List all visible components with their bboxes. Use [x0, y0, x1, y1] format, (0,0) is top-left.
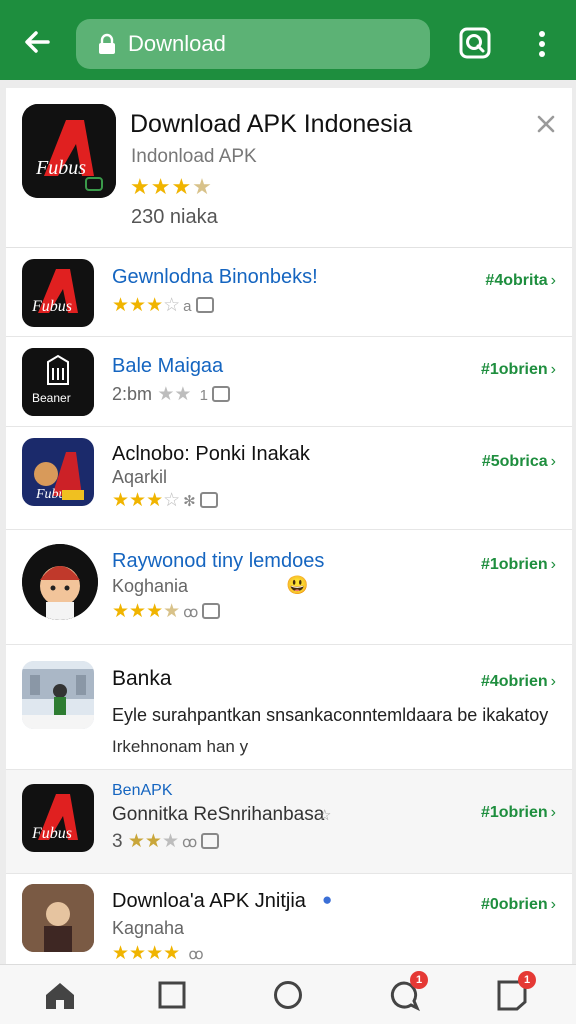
featured-app-card[interactable]: Fubus Download APK Indonesia Indonload A…: [6, 88, 572, 248]
app-name: Gonnitka ReSnrihanbasa: [112, 804, 325, 825]
app-developer: Koghania: [112, 576, 189, 596]
app-name: Bale Maigaa: [112, 355, 224, 377]
list-item[interactable]: Fubus Aclnobo: Ponki Inakak Aqarkil ★★★☆…: [6, 427, 572, 530]
back-arrow-icon[interactable]: [18, 22, 58, 62]
app-rank[interactable]: #1obrien ›: [481, 804, 556, 822]
app-rating: ★★★★ ꝏ: [112, 943, 204, 964]
app-name: Banka: [112, 667, 172, 690]
square-button[interactable]: [152, 975, 192, 1015]
app-list-panel: Fubus Download APK Indonesia Indonload A…: [6, 88, 572, 964]
app-icon: Fubus: [22, 438, 94, 506]
lock-icon: [99, 33, 115, 54]
url-text: Download: [128, 31, 226, 56]
bottom-navigation: 1 1: [0, 964, 576, 1024]
featured-app-icon: Fubus: [22, 104, 116, 198]
app-rating: 2:bm ★★ 1: [112, 383, 231, 406]
circle-button[interactable]: [268, 975, 308, 1015]
emoji-icon: 😃: [286, 575, 309, 595]
app-rating: ★★★☆ a: [112, 294, 214, 317]
app-icon: [22, 884, 94, 952]
list-item[interactable]: Beaner Bale Maigaa 2:bm ★★ 1 #1obrien ›: [6, 337, 572, 427]
home-icon: [46, 983, 74, 1009]
app-name: Downloa'a APK Jnitjia: [112, 890, 306, 912]
home-button[interactable]: [40, 975, 80, 1015]
notes-button[interactable]: 1: [492, 971, 536, 1015]
app-rating: 3 ★★★ ꝏ: [112, 830, 220, 853]
url-bar[interactable]: Download: [76, 19, 430, 69]
app-developer: Aqarkil: [112, 467, 168, 487]
app-icon: [22, 544, 98, 620]
app-icon: [22, 661, 94, 729]
chat-button[interactable]: 1: [384, 971, 428, 1015]
list-item[interactable]: Raywonod tiny lemdoes 😃 Koghania ★★★★ ꝏ #…: [6, 530, 572, 645]
app-rank[interactable]: #4obrita ›: [485, 272, 556, 290]
app-icon: Beaner: [22, 348, 94, 416]
app-tag: BenAPK: [112, 782, 173, 799]
app-icon-text: Fubus: [31, 825, 72, 842]
app-developer: Kagnaha: [112, 918, 185, 938]
app-rating: ★★★★ ꝏ: [112, 600, 221, 623]
featured-app-title: Download APK Indonesia: [130, 110, 413, 138]
more-vertical-icon[interactable]: [530, 28, 554, 60]
app-name: Gewnlodna Binonbeks!: [112, 266, 318, 288]
app-description-2: Irkehnonam han y: [112, 737, 249, 756]
app-icon-text: Fubus: [31, 298, 72, 315]
app-icon: Fubus: [22, 259, 94, 327]
app-icon-text: Beaner: [32, 391, 71, 405]
app-rating: ★★★☆ ✻: [112, 489, 218, 512]
chat-badge: 1: [410, 971, 428, 989]
square-icon: [158, 981, 186, 1009]
mic-icon: ●: [322, 890, 333, 909]
app-rank[interactable]: #0obrien ›: [481, 896, 556, 914]
featured-app-subtitle: Indonload APK: [131, 146, 257, 167]
app-rank[interactable]: #4obrien ›: [481, 673, 556, 691]
list-item[interactable]: Fubus Gewnlodna Binonbeks! ★★★☆ a #4obrit…: [6, 248, 572, 337]
app-rank[interactable]: #5obrica ›: [482, 453, 556, 471]
star-outline-icon: ☆: [318, 807, 332, 824]
featured-app-rating: ★★★★: [130, 174, 213, 199]
list-item[interactable]: Downloa'a APK Jnitjia ● Kagnaha ★★★★ ꝏ #…: [6, 874, 572, 964]
app-name: Aclnobo: Ponki Inakak: [112, 443, 310, 465]
featured-app-icon-text: Fubus: [35, 157, 86, 179]
close-icon[interactable]: [536, 114, 556, 134]
list-item[interactable]: Fubus BenAPK Gonnitka ReSnrihanbasa ☆ 3 …: [6, 770, 572, 874]
top-app-bar: Download: [0, 0, 576, 80]
app-name: Raywonod tiny lemdoes: [112, 550, 325, 572]
featured-app-count: 230 niaka: [131, 206, 218, 228]
app-icon: Fubus: [22, 784, 94, 852]
list-item[interactable]: Banka Eyle surahpantkan snsankaconntemld…: [6, 645, 572, 770]
app-description: Eyle surahpantkan snsankaconntemldaara b…: [112, 705, 549, 725]
circle-icon: [274, 981, 302, 1009]
app-rank[interactable]: #1obrien ›: [481, 361, 556, 379]
app-rank[interactable]: #1obrien ›: [481, 556, 556, 574]
qr-scan-icon[interactable]: [458, 26, 492, 60]
notes-badge: 1: [518, 971, 536, 989]
